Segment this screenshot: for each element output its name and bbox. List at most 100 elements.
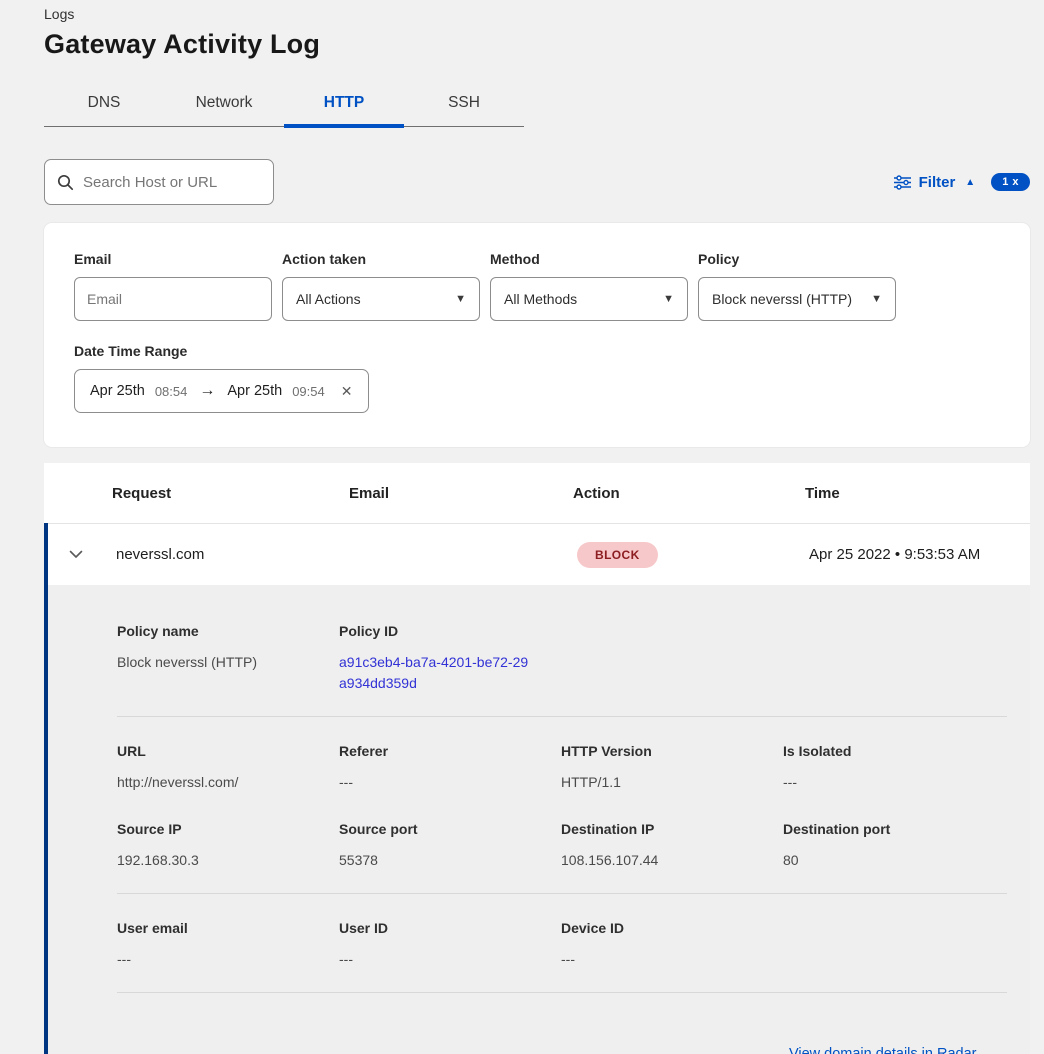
filter-label: Filter	[919, 174, 956, 191]
http-version-value: HTTP/1.1	[561, 772, 767, 793]
policy-label: Policy	[698, 251, 896, 267]
tab-dns[interactable]: DNS	[44, 84, 164, 126]
breadcrumb: Logs	[44, 6, 1044, 22]
destination-port-label: Destination port	[783, 821, 989, 837]
user-id-value: ---	[339, 949, 545, 970]
device-id-label: Device ID	[561, 920, 767, 936]
action-taken-group: Action taken All Actions ▼	[282, 251, 480, 321]
source-ip-field: Source IP 192.168.30.3	[117, 821, 339, 871]
destination-port-field: Destination port 80	[783, 821, 1005, 871]
chevron-down-icon: ▼	[455, 293, 466, 305]
row-expander[interactable]	[48, 550, 116, 559]
action-taken-value: All Actions	[296, 291, 361, 307]
tab-ssh[interactable]: SSH	[404, 84, 524, 126]
user-id-field: User ID ---	[339, 920, 561, 970]
method-select[interactable]: All Methods ▼	[490, 277, 688, 321]
is-isolated-label: Is Isolated	[783, 743, 989, 759]
email-filter-group: Email	[74, 251, 272, 321]
start-time: 08:54	[155, 384, 188, 399]
policy-id-label: Policy ID	[339, 623, 545, 639]
tab-network[interactable]: Network	[164, 84, 284, 126]
chevron-down-icon: ▼	[871, 293, 882, 305]
user-email-label: User email	[117, 920, 323, 936]
column-header-action: Action	[573, 485, 805, 502]
policy-group: Policy Block neverssl (HTTP) ▼	[698, 251, 896, 321]
view-radar-link[interactable]: View domain details in Radar →	[789, 1046, 995, 1054]
url-value: http://neverssl.com/	[117, 772, 323, 793]
source-port-label: Source port	[339, 821, 545, 837]
table-row[interactable]: neverssl.com BLOCK Apr 25 2022 • 9:53:53…	[48, 523, 1030, 585]
time-cell: Apr 25 2022 • 9:53:53 AM	[809, 546, 1030, 563]
device-id-field: Device ID ---	[561, 920, 783, 970]
expanded-row-container: neverssl.com BLOCK Apr 25 2022 • 9:53:53…	[44, 523, 1030, 1054]
activity-log-table: Request Email Action Time neverssl.com B…	[44, 463, 1030, 1054]
method-value: All Methods	[504, 291, 577, 307]
referer-field: Referer ---	[339, 743, 561, 793]
table-header-row: Request Email Action Time	[44, 463, 1030, 523]
tab-bar: DNS Network HTTP SSH	[44, 84, 524, 127]
policy-name-label: Policy name	[117, 623, 323, 639]
search-input[interactable]	[83, 174, 282, 191]
section-divider	[117, 992, 1007, 993]
user-email-field: User email ---	[117, 920, 339, 970]
policy-id-field: Policy ID a91c3eb4-ba7a-4201-be72-29a934…	[339, 623, 561, 694]
filter-icon	[894, 175, 911, 190]
device-id-value: ---	[561, 949, 767, 970]
page-title: Gateway Activity Log	[44, 29, 1044, 60]
destination-ip-label: Destination IP	[561, 821, 767, 837]
policy-name-field: Policy name Block neverssl (HTTP)	[117, 623, 339, 694]
referer-label: Referer	[339, 743, 545, 759]
source-port-field: Source port 55378	[339, 821, 561, 871]
row-details-panel: Policy name Block neverssl (HTTP) Policy…	[48, 585, 1030, 1054]
filter-panel: Email Action taken All Actions ▼ Method …	[44, 223, 1030, 447]
block-status-badge: BLOCK	[577, 542, 658, 568]
search-icon	[57, 174, 74, 191]
request-cell: neverssl.com	[116, 546, 353, 563]
method-group: Method All Methods ▼	[490, 251, 688, 321]
section-divider	[117, 716, 1007, 717]
radar-link-row: View domain details in Radar →	[117, 1019, 1007, 1054]
date-range-label: Date Time Range	[74, 343, 1000, 359]
column-header-time: Time	[805, 485, 1030, 502]
section-divider	[117, 893, 1007, 894]
policy-name-value: Block neverssl (HTTP)	[117, 652, 323, 673]
url-field: URL http://neverssl.com/	[117, 743, 339, 793]
tab-http[interactable]: HTTP	[284, 84, 404, 126]
user-id-label: User ID	[339, 920, 545, 936]
chevron-down-icon: ▼	[663, 293, 674, 305]
email-filter-label: Email	[74, 251, 272, 267]
source-port-value: 55378	[339, 850, 545, 871]
email-filter-input[interactable]	[74, 277, 272, 321]
policy-value: Block neverssl (HTTP)	[712, 291, 852, 307]
filter-count-badge[interactable]: 1 x	[991, 173, 1030, 191]
user-email-value: ---	[117, 949, 323, 970]
destination-port-value: 80	[783, 850, 989, 871]
source-ip-label: Source IP	[117, 821, 323, 837]
chevron-down-icon	[69, 550, 83, 559]
action-cell: BLOCK	[577, 542, 809, 568]
search-filter-row: Filter ▲ 1 x	[44, 159, 1030, 205]
column-header-email: Email	[349, 485, 573, 502]
policy-id-link[interactable]: a91c3eb4-ba7a-4201-be72-29a934dd359d	[339, 652, 535, 694]
referer-value: ---	[339, 772, 545, 793]
end-time: 09:54	[292, 384, 325, 399]
date-range-group: Date Time Range Apr 25th 08:54 → Apr 25t…	[74, 343, 1000, 413]
url-label: URL	[117, 743, 323, 759]
search-box[interactable]	[44, 159, 274, 205]
date-range-picker[interactable]: Apr 25th 08:54 → Apr 25th 09:54 ✕	[74, 369, 369, 413]
policy-select[interactable]: Block neverssl (HTTP) ▼	[698, 277, 896, 321]
start-date: Apr 25th	[90, 383, 145, 399]
http-version-label: HTTP Version	[561, 743, 767, 759]
action-taken-label: Action taken	[282, 251, 480, 267]
source-ip-value: 192.168.30.3	[117, 850, 323, 871]
column-header-request: Request	[112, 485, 349, 502]
action-taken-select[interactable]: All Actions ▼	[282, 277, 480, 321]
chevron-up-icon: ▲	[965, 177, 975, 188]
method-label: Method	[490, 251, 688, 267]
filter-toggle[interactable]: Filter ▲ 1 x	[894, 173, 1030, 191]
end-date: Apr 25th	[227, 383, 282, 399]
destination-ip-field: Destination IP 108.156.107.44	[561, 821, 783, 871]
http-version-field: HTTP Version HTTP/1.1	[561, 743, 783, 793]
clear-date-range-icon[interactable]: ✕	[341, 383, 353, 400]
is-isolated-field: Is Isolated ---	[783, 743, 1005, 793]
